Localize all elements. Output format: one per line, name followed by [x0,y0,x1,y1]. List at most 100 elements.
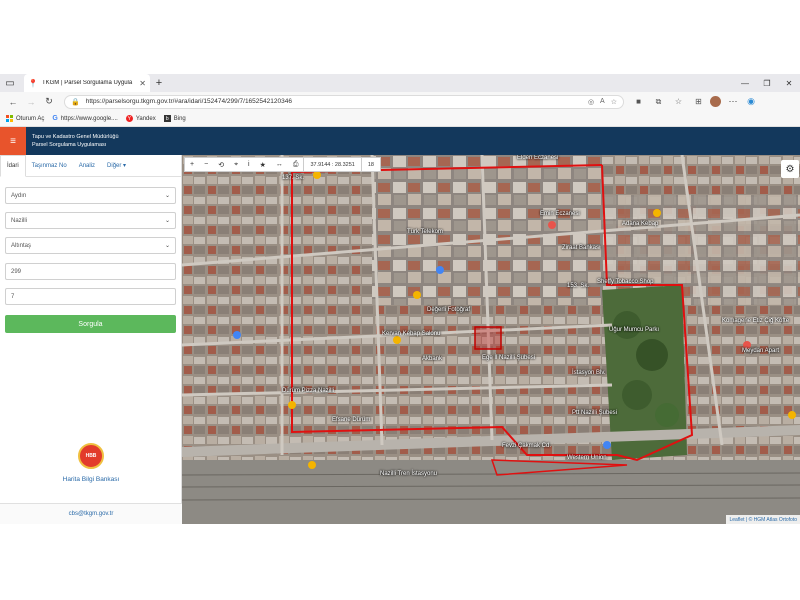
bookmark-google[interactable]: G https://www.google.... [52,115,117,122]
gear-icon[interactable]: ⚙ [781,160,799,178]
map-view[interactable]: Elden Eczanesi Emin Eczanesi Adana Kebap… [182,155,800,524]
map-label: Elden Eczanesi [517,155,559,161]
edge-logo-icon[interactable]: ◉ [742,92,760,111]
map-label: Western Union [567,455,607,461]
app-header: ≡ Tapu ve Kadastro Genel Müdürlüğü Parse… [0,127,800,155]
forward-icon[interactable]: → [22,92,40,111]
map-label: Sheffy Tobacco Shop [597,279,654,285]
tab-actions-icon[interactable]: ▭ [0,74,20,92]
map-label: Nazilli Tren İstasyonu [380,471,438,477]
url-text[interactable]: https://parselsorgu.tkgm.gov.tr/#ara/ida… [86,98,582,105]
address-toolbar: ← → ↻ 🔒 https://parselsorgu.tkgm.gov.tr/… [0,92,800,111]
hbb-logo[interactable]: HBB [78,443,104,469]
locate-icon[interactable]: ⌖ [229,158,243,171]
star-icon[interactable]: ★ [255,158,271,171]
map-label: Efsane Dürüm [332,417,371,423]
parcel-input[interactable]: 7 [5,288,176,305]
new-tab-icon[interactable]: + [150,74,168,92]
block-value: 299 [11,268,22,275]
neighborhood-value: Altıntaş [11,242,32,249]
neighborhood-select[interactable]: Altıntaş ⌄ [5,237,176,254]
yandex-icon: Y [125,115,133,122]
bank-link[interactable]: Harita Bilgi Bankası [0,476,182,483]
favorites-icon[interactable]: ☆ [670,93,687,110]
block-input[interactable]: 299 [5,263,176,280]
more-icon[interactable]: ⋯ [724,92,742,111]
tab-analiz[interactable]: Analiz [73,155,101,177]
favorite-add-icon[interactable]: ☆ [611,98,617,106]
measure-icon[interactable]: ↔ [271,158,288,171]
map-label: İstasyon Blv. [572,370,606,376]
close-tab-icon[interactable]: ✕ [139,79,146,88]
zoom-in-icon[interactable]: + [185,158,199,171]
chevron-down-icon: ⌄ [164,243,170,249]
profile-avatar[interactable] [710,96,721,107]
map-label: Fevzi Çakmak Cd. [502,443,552,449]
query-panel: İdari Taşınmaz No Analiz Diğer ▾ Aydın ⌄ … [0,154,182,524]
app-title-line1: Tapu ve Kadastro Genel Müdürlüğü [32,134,119,140]
zoom-level: 18 [360,158,380,171]
tab-tasinmaz-no[interactable]: Taşınmaz No [26,155,73,177]
coordinate-readout: 37.9144 : 28.3251 [303,158,360,171]
browser-tab[interactable]: 📍 TKGM | Parsel Sorgulama Uygula ✕ [24,74,150,92]
map-label: Ptt Nazilli Şubesi [572,410,618,416]
map-label: Akbank [422,356,443,362]
bookmark-signin[interactable]: Oturum Aç [6,115,44,122]
map-label: Meydan Apart [742,348,780,354]
bookmark-label: Oturum Aç [16,115,45,122]
bookmark-label: https://www.google.... [60,115,118,122]
province-value: Aydın [11,192,27,199]
map-label: Adana Kebap [622,221,659,227]
map-label: Emin Eczanesi [540,211,580,217]
chevron-down-icon: ⌄ [164,218,170,224]
top-blank [0,0,800,74]
puzzle-icon[interactable]: ⧉ [650,93,667,110]
tab-idari[interactable]: İdari [0,154,26,177]
map-label: Değerli Fotoğraf [427,307,471,313]
read-aloud-icon[interactable]: A [600,98,605,105]
info-icon[interactable]: i [243,158,255,171]
map-attribution[interactable]: Leaflet | © HGM Atlas Ortofoto [726,515,800,524]
location-pin-icon: 📍 [28,78,38,88]
panel-footer: cbs@tkgm.gov.tr [0,503,182,524]
tab-diger[interactable]: Diğer ▾ [101,155,132,177]
microsoft-icon [6,115,13,122]
bottom-blank [0,524,800,600]
bookmarks-bar: Oturum Aç G https://www.google.... Y Yan… [0,111,800,127]
extension-icon[interactable]: ■ [630,93,647,110]
close-window-icon[interactable]: ✕ [778,74,800,92]
extensions: ■ ⧉ ☆ ⊞ [630,93,707,110]
bookmark-bing[interactable]: b Bing [163,115,186,122]
chevron-down-icon: ⌄ [164,193,170,199]
query-button[interactable]: Sorgula [5,315,176,333]
window-controls: — ❐ ✕ [734,74,800,92]
back-icon[interactable]: ← [4,92,22,111]
hamburger-icon[interactable]: ≡ [0,127,26,155]
contact-email[interactable]: cbs@tkgm.gov.tr [69,511,114,517]
refresh-icon[interactable]: ⟲ [213,158,229,171]
panel-tabs: İdari Taşınmaz No Analiz Diğer ▾ [0,154,181,177]
district-select[interactable]: Nazilli ⌄ [5,212,176,229]
url-bar[interactable]: 🔒 https://parselsorgu.tkgm.gov.tr/#ara/i… [64,94,624,109]
location-icon[interactable]: ◎ [588,98,594,106]
ortho-map[interactable] [182,155,800,524]
province-select[interactable]: Aydın ⌄ [5,187,176,204]
print-icon[interactable]: ⎙ [288,158,304,171]
minimize-icon[interactable]: — [734,74,756,92]
map-label: Uğur Mumcu Parkı [609,327,660,333]
app-title: Tapu ve Kadastro Genel Müdürlüğü Parsel … [32,133,119,149]
map-label: Komagene Etiz Çiğ Köfte [722,318,790,324]
bookmark-label: Bing [173,115,186,122]
map-label: 137. Sk. [282,175,305,181]
restore-icon[interactable]: ❐ [756,74,778,92]
parcel-value: 7 [11,293,15,300]
lock-icon[interactable]: 🔒 [71,98,80,106]
bookmark-label: Yandex [135,115,156,122]
collections-icon[interactable]: ⊞ [690,93,707,110]
bookmark-yandex[interactable]: Y Yandex [125,115,156,122]
reload-icon[interactable]: ↻ [40,92,58,111]
tab-title: TKGM | Parsel Sorgulama Uygula [41,80,133,86]
map-label: Ziraat Bankası [562,245,601,251]
zoom-out-icon[interactable]: − [199,158,213,171]
tab-diger-label: Diğer [107,162,122,169]
